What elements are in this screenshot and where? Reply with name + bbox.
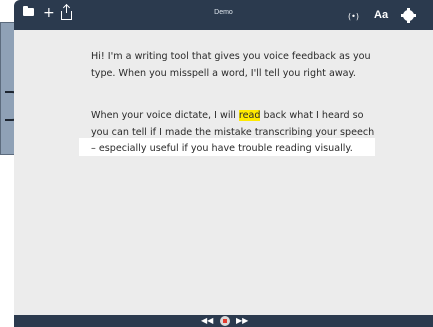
document-paragraph-2[interactable]: When your voice dictate, I will read bac…: [91, 108, 381, 158]
stop-icon[interactable]: [220, 316, 230, 326]
highlighted-word: read: [238, 110, 261, 121]
fast-forward-icon[interactable]: ▶▶: [236, 316, 248, 326]
rewind-icon[interactable]: ◀◀: [201, 316, 213, 326]
playback-bar: ◀◀ ▶▶: [14, 315, 433, 327]
app-window: + Demo (•) Aa Hi! I'm a writing tool tha…: [14, 0, 433, 327]
font-size-icon[interactable]: Aa: [374, 8, 388, 22]
top-toolbar: + Demo (•) Aa: [14, 0, 433, 30]
window-title: Demo: [214, 9, 233, 16]
document-paragraph-1[interactable]: Hi! I'm a writing tool that gives you vo…: [91, 49, 381, 82]
broadcast-icon[interactable]: (•): [348, 10, 359, 24]
gear-icon[interactable]: [401, 8, 416, 23]
document-page[interactable]: Hi! I'm a writing tool that gives you vo…: [14, 30, 433, 315]
paragraph-2-text-before: When your voice dictate, I will: [91, 110, 239, 121]
